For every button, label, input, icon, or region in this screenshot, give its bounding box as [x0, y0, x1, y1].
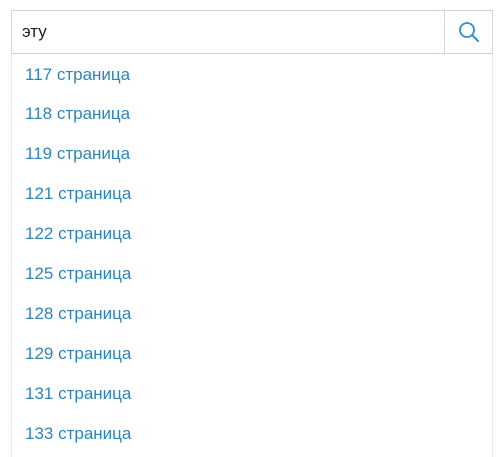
- result-item[interactable]: 119 страница: [12, 134, 492, 174]
- search-results-list: 117 страница 118 страница 119 страница 1…: [11, 54, 493, 457]
- search-input[interactable]: [12, 11, 444, 53]
- result-item[interactable]: 128 страница: [12, 294, 492, 334]
- search-button[interactable]: [444, 11, 492, 53]
- search-bar: [11, 10, 493, 54]
- result-item[interactable]: 122 страница: [12, 214, 492, 254]
- result-item[interactable]: 131 страница: [12, 374, 492, 414]
- search-icon: [458, 22, 479, 42]
- result-item[interactable]: 117 страница: [12, 54, 492, 94]
- result-item[interactable]: 133 страница: [12, 414, 492, 454]
- result-item[interactable]: 118 страница: [12, 94, 492, 134]
- result-item[interactable]: 129 страница: [12, 334, 492, 374]
- result-item[interactable]: 121 страница: [12, 174, 492, 214]
- result-item[interactable]: 125 страница: [12, 254, 492, 294]
